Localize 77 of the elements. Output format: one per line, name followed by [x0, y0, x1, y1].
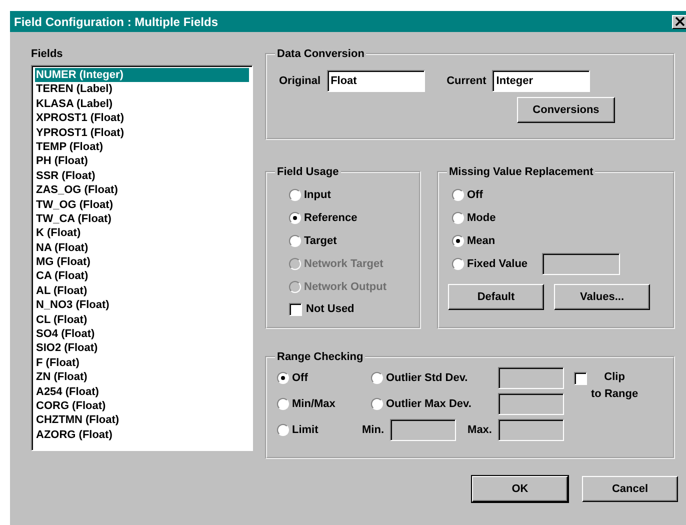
group-title: Field Usage: [276, 166, 340, 178]
close-button[interactable]: [672, 14, 686, 28]
radio-option[interactable]: Min/Max: [277, 392, 365, 416]
list-item[interactable]: F (Float): [35, 356, 249, 370]
list-item[interactable]: SIO2 (Float): [35, 341, 249, 356]
field-label: Max.: [468, 424, 492, 436]
list-item[interactable]: PH (Float): [35, 154, 249, 169]
radio-button[interactable]: [277, 424, 289, 436]
list-item[interactable]: KLASA (Label): [35, 96, 249, 112]
radio-option[interactable]: Reference: [289, 206, 407, 229]
checkbox[interactable]: [289, 302, 302, 316]
radio-button[interactable]: [289, 234, 301, 246]
group-title: Range Checking: [276, 351, 364, 363]
list-item[interactable]: MG (Float): [35, 255, 249, 270]
field-label: Current: [446, 75, 486, 87]
list-item[interactable]: CORG (Float): [35, 398, 249, 414]
radio-option[interactable]: Outlier Std Dev.: [371, 366, 492, 390]
radio-button[interactable]: [277, 398, 289, 410]
list-item[interactable]: SSR (Float): [35, 168, 249, 184]
list-item[interactable]: K (Float): [35, 226, 249, 241]
radio-button[interactable]: [289, 212, 301, 224]
radio-option[interactable]: Off: [452, 183, 661, 206]
list-item[interactable]: XPROST1 (Float): [35, 111, 249, 126]
input-field[interactable]: Integer: [492, 70, 590, 92]
input-field[interactable]: [542, 252, 620, 274]
list-item[interactable]: TW_OG (Float): [35, 198, 249, 212]
window-title: Field Configuration : Multiple Fields: [14, 14, 218, 28]
list-item[interactable]: NA (Float): [35, 240, 249, 256]
radio-option[interactable]: Fixed Value: [452, 252, 528, 275]
list-item[interactable]: N_NO3 (Float): [35, 298, 249, 313]
list-item[interactable]: ZN (Float): [35, 370, 249, 385]
dialog-button[interactable]: Default: [448, 284, 544, 310]
list-item[interactable]: CL (Float): [35, 312, 249, 328]
list-item[interactable]: SO4 (Float): [35, 327, 249, 342]
dialog-button[interactable]: Values...: [554, 284, 650, 310]
radio-button[interactable]: [452, 188, 464, 200]
list-item[interactable]: NUMER (Integer): [35, 68, 249, 82]
clip-checkbox[interactable]: Clip to Range: [574, 369, 638, 403]
radio-button[interactable]: [289, 188, 301, 200]
radio-button[interactable]: [371, 398, 383, 410]
input-field[interactable]: [498, 393, 564, 415]
radio-button[interactable]: [277, 372, 289, 384]
list-item[interactable]: CA (Float): [35, 269, 249, 284]
list-item[interactable]: A254 (Float): [35, 384, 249, 399]
radio-option[interactable]: Outlier Max Dev.: [371, 392, 492, 416]
list-item[interactable]: ZAS_OG (Float): [35, 183, 249, 198]
dialog-button[interactable]: Cancel: [582, 476, 678, 502]
radio-button[interactable]: [371, 372, 383, 384]
input-field[interactable]: Float: [326, 70, 425, 92]
checkbox[interactable]: [574, 372, 587, 385]
group-title: Missing Value Replacement: [448, 166, 594, 178]
list-item[interactable]: AL (Float): [35, 284, 249, 298]
radio-button[interactable]: [452, 212, 464, 224]
input-field[interactable]: [390, 419, 456, 441]
list-item[interactable]: TEMP (Float): [35, 140, 249, 154]
input-field[interactable]: [498, 367, 564, 389]
list-item[interactable]: TW_CA (Float): [35, 212, 249, 226]
dialog-button[interactable]: OK: [472, 476, 568, 502]
list-item[interactable]: TEREN (Label): [35, 82, 249, 97]
radio-option[interactable]: Mean: [452, 229, 661, 252]
radio-button[interactable]: [452, 234, 464, 246]
input-field[interactable]: [498, 419, 564, 441]
close-icon: [675, 17, 685, 26]
fields-label: Fields: [31, 48, 64, 60]
list-item[interactable]: AZORG (Float): [35, 428, 249, 442]
radio-option[interactable]: Target: [289, 229, 407, 252]
radio-button[interactable]: [452, 258, 464, 270]
list-item[interactable]: YPROST1 (Float): [35, 126, 249, 140]
conversions-button[interactable]: Conversions: [517, 97, 615, 123]
radio-option[interactable]: Off: [277, 366, 365, 390]
not-used-checkbox[interactable]: Not Used: [289, 298, 407, 320]
list-item[interactable]: CHZTMN (Float): [35, 413, 249, 428]
radio-option[interactable]: Mode: [452, 206, 661, 229]
field-label: Min.: [362, 424, 384, 436]
field-label: Original: [279, 75, 321, 87]
group-title: Data Conversion: [276, 48, 366, 60]
radio-option[interactable]: Input: [289, 183, 407, 206]
